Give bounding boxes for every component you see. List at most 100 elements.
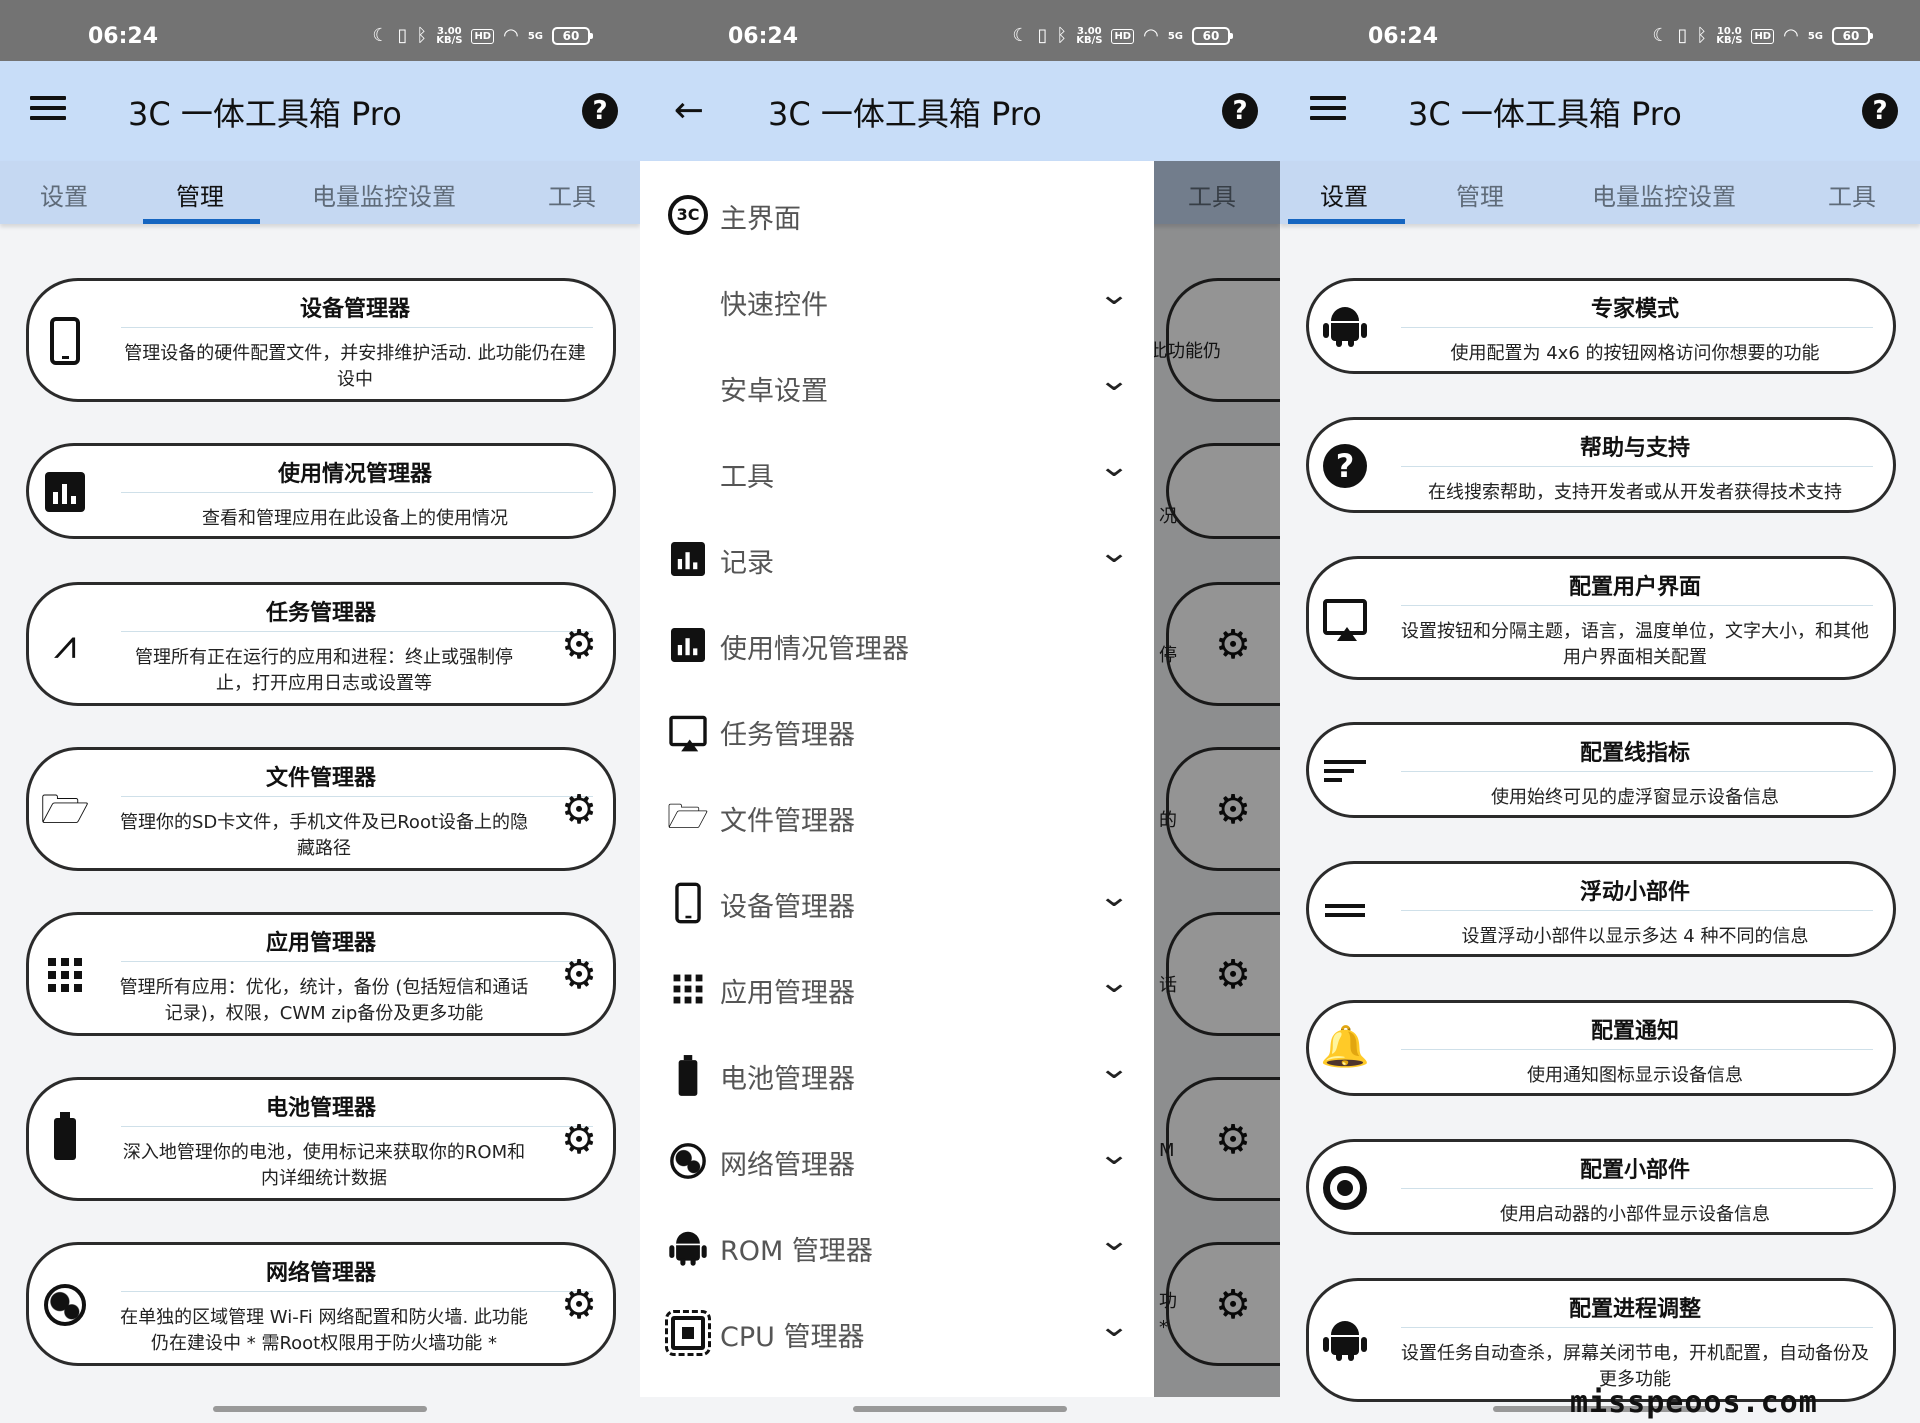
card-title: 文件管理器 — [265, 766, 376, 791]
pulse-icon: ⩘ — [53, 622, 77, 668]
gear-icon[interactable]: ⚙ — [559, 625, 599, 665]
chevron-down-icon[interactable]: ⌄ — [1098, 882, 1134, 912]
tab-manage[interactable]: 管理 — [1456, 177, 1504, 212]
hd-badge: HD — [1751, 28, 1775, 44]
gear-icon[interactable]: ⚙ — [559, 1285, 599, 1325]
tab-tools[interactable]: 工具 — [548, 177, 596, 212]
android-icon — [1323, 1317, 1367, 1361]
wifi-icon: ◠ — [503, 25, 519, 46]
card-desc: 设置按钮和分隔主题，语言，温度单位，文字大小，和其他用户界面相关配置 — [1401, 621, 1869, 668]
tab-tools[interactable]: 工具 — [1828, 177, 1876, 212]
chevron-down-icon[interactable]: ⌄ — [1098, 968, 1134, 998]
card-device-manager[interactable]: 设备管理器 管理设备的硬件配置文件，并安排维护活动. 此功能仍在建设中 — [26, 278, 616, 402]
help-icon[interactable]: ? — [1862, 93, 1898, 129]
chevron-down-icon[interactable]: ⌄ — [1098, 366, 1134, 396]
drawer-item-home[interactable]: 3C 主界面 — [640, 179, 1154, 249]
app-title: 3C 一体工具箱 Pro — [128, 95, 402, 133]
card-battery-manager[interactable]: 电池管理器 深入地管理你的电池，使用标记来获取你的ROM和内详细统计数据 ⚙ — [26, 1077, 616, 1201]
back-arrow-icon[interactable]: ← — [666, 91, 712, 131]
home-indicator[interactable] — [853, 1406, 1067, 1412]
card-line-indicator[interactable]: 配置线指标 使用始终可见的虚浮窗显示设备信息 — [1306, 722, 1896, 818]
card-desc: 管理所有正在运行的应用和进程：终止或强制停止，打开应用日志或设置等 — [135, 647, 513, 694]
tab-indicator — [1288, 219, 1405, 224]
drawer-item-tools[interactable]: 工具 ⌄ — [640, 437, 1154, 507]
chevron-down-icon[interactable]: ⌄ — [1098, 538, 1134, 568]
widget-ring-icon — [1323, 1166, 1367, 1210]
battery-level: 60 — [1832, 27, 1873, 45]
card-title: 电池管理器 — [265, 1096, 376, 1121]
drawer-item-quick-controls[interactable]: 快速控件 ⌄ — [640, 265, 1154, 335]
drawer-item-usage-manager[interactable]: 使用情况管理器 — [640, 609, 1154, 679]
card-process-tuning[interactable]: 配置进程调整 设置任务自动查杀，屏幕关闭节电，开机配置，自动备份及更多功能 — [1306, 1278, 1896, 1402]
card-app-manager[interactable]: 应用管理器 管理所有应用：优化，统计，备份 (包括短信和通话记录)，权限，CWM… — [26, 912, 616, 1036]
card-title: 设备管理器 — [299, 297, 410, 322]
help-icon[interactable]: ? — [1222, 93, 1258, 129]
app-title: 3C 一体工具箱 Pro — [1408, 95, 1682, 133]
gear-icon[interactable]: ⚙ — [559, 790, 599, 830]
card-desc: 管理所有应用：优化，统计，备份 (包括短信和通话记录)，权限，CWM zip备份… — [119, 977, 529, 1024]
card-network-manager[interactable]: 网络管理器 在单独的区域管理 Wi-Fi 网络配置和防火墙. 此功能仍在建设中 … — [26, 1242, 616, 1366]
menu-icon[interactable] — [26, 91, 72, 131]
card-help-support[interactable]: ? 帮助与支持 在线搜索帮助，支持开发者或从开发者获得技术支持 — [1306, 417, 1896, 513]
chevron-down-icon[interactable]: ⌄ — [1098, 1054, 1134, 1084]
drawer-item-file-manager[interactable]: 🗁 文件管理器 — [640, 781, 1154, 851]
drawer-item-cpu-manager[interactable]: CPU 管理器 ⌄ — [640, 1297, 1154, 1367]
vibrate-icon: ▯ — [1677, 25, 1688, 46]
card-file-manager[interactable]: 🗁 文件管理器 管理你的SD卡文件，手机文件及已Root设备上的隐藏路径 ⚙ — [26, 747, 616, 871]
tab-bar: 设置 管理 电量监控设置 工具 — [1280, 161, 1920, 224]
tab-battery-monitor[interactable]: 电量监控设置 — [312, 177, 456, 212]
vibrate-icon: ▯ — [397, 25, 408, 46]
drawer-item-app-manager[interactable]: 应用管理器 ⌄ — [640, 953, 1154, 1023]
chevron-down-icon[interactable]: ⌄ — [1098, 1140, 1134, 1170]
net-speed: 10.0 KB/S — [1716, 26, 1743, 46]
cpu-chip-icon — [665, 1310, 711, 1356]
card-expert-mode[interactable]: 专家模式 使用配置为 4x6 的按钮网格访问你想要的功能 — [1306, 278, 1896, 374]
tab-settings[interactable]: 设置 — [1320, 177, 1368, 212]
drawer-item-network-manager[interactable]: 网络管理器 ⌄ — [640, 1125, 1154, 1195]
wifi-icon: ◠ — [1783, 25, 1799, 46]
card-configure-ui[interactable]: 配置用户界面 设置按钮和分隔主题，语言，温度单位，文字大小，和其他用户界面相关配… — [1306, 556, 1896, 680]
card-task-manager[interactable]: ⩘ 任务管理器 管理所有正在运行的应用和进程：终止或强制停止，打开应用日志或设置… — [26, 582, 616, 706]
drawer-item-task-manager[interactable]: 任务管理器 — [640, 695, 1154, 765]
screen-manage: 06:24 ☾ ▯ ᛒ 3.00 KB/S HD ◠ 5G 60 3C 一体工具… — [0, 0, 640, 1423]
3c-logo-icon: 3C — [666, 193, 710, 237]
drawer-item-device-manager[interactable]: 设备管理器 ⌄ — [640, 867, 1154, 937]
card-desc: 使用启动器的小部件显示设备信息 — [1500, 1204, 1770, 1225]
drawer-item-battery-manager[interactable]: 电池管理器 ⌄ — [640, 1039, 1154, 1109]
phone-icon — [666, 881, 710, 925]
moon-icon: ☾ — [372, 25, 389, 46]
gear-icon[interactable]: ⚙ — [559, 1120, 599, 1160]
phone-icon — [43, 317, 87, 365]
chevron-down-icon[interactable]: ⌄ — [1098, 1312, 1134, 1342]
drawer-item-android-settings[interactable]: 安卓设置 ⌄ — [640, 351, 1154, 421]
card-usage-manager[interactable]: 使用情况管理器 查看和管理应用在此设备上的使用情况 — [26, 443, 616, 539]
help-icon[interactable]: ? — [582, 93, 618, 129]
card-title: 浮动小部件 — [1579, 880, 1690, 905]
status-bar: 06:24 ☾ ▯ ᛒ 3.00 KB/S HD ◠ 5G 60 — [0, 0, 640, 61]
help-circle-icon: ? — [1323, 444, 1367, 488]
card-floating-widget[interactable]: 浮动小部件 设置浮动小部件以显示多达 4 种不同的信息 — [1306, 861, 1896, 957]
card-title: 专家模式 — [1590, 297, 1679, 322]
drawer-item-rom-manager[interactable]: ROM 管理器 ⌄ — [640, 1211, 1154, 1281]
drawer-item-records[interactable]: 记录 ⌄ — [640, 523, 1154, 593]
tab-settings[interactable]: 设置 — [40, 177, 88, 212]
bluetooth-icon: ᛒ — [1696, 25, 1708, 46]
drawer-scrim[interactable] — [1154, 161, 1280, 1397]
gear-icon[interactable]: ⚙ — [559, 955, 599, 995]
card-configure-notification[interactable]: 🔔 配置通知 使用通知图标显示设备信息 — [1306, 1000, 1896, 1096]
moon-icon: ☾ — [1652, 25, 1669, 46]
tab-manage[interactable]: 管理 — [176, 177, 224, 212]
moon-icon: ☾ — [1012, 25, 1029, 46]
net-speed: 3.00 KB/S — [1076, 26, 1103, 46]
tab-battery-monitor[interactable]: 电量监控设置 — [1592, 177, 1736, 212]
app-bar: 3C 一体工具箱 Pro ? — [0, 61, 640, 161]
battery-level: 60 — [552, 27, 593, 45]
home-indicator[interactable] — [213, 1406, 427, 1412]
card-configure-widget[interactable]: 配置小部件 使用启动器的小部件显示设备信息 — [1306, 1139, 1896, 1235]
wifi-icon: ◠ — [1143, 25, 1159, 46]
chevron-down-icon[interactable]: ⌄ — [1098, 1226, 1134, 1256]
menu-icon[interactable] — [1306, 91, 1352, 131]
folder-icon: 🗁 — [666, 797, 710, 837]
chevron-down-icon[interactable]: ⌄ — [1098, 452, 1134, 482]
chevron-down-icon[interactable]: ⌄ — [1098, 280, 1134, 310]
